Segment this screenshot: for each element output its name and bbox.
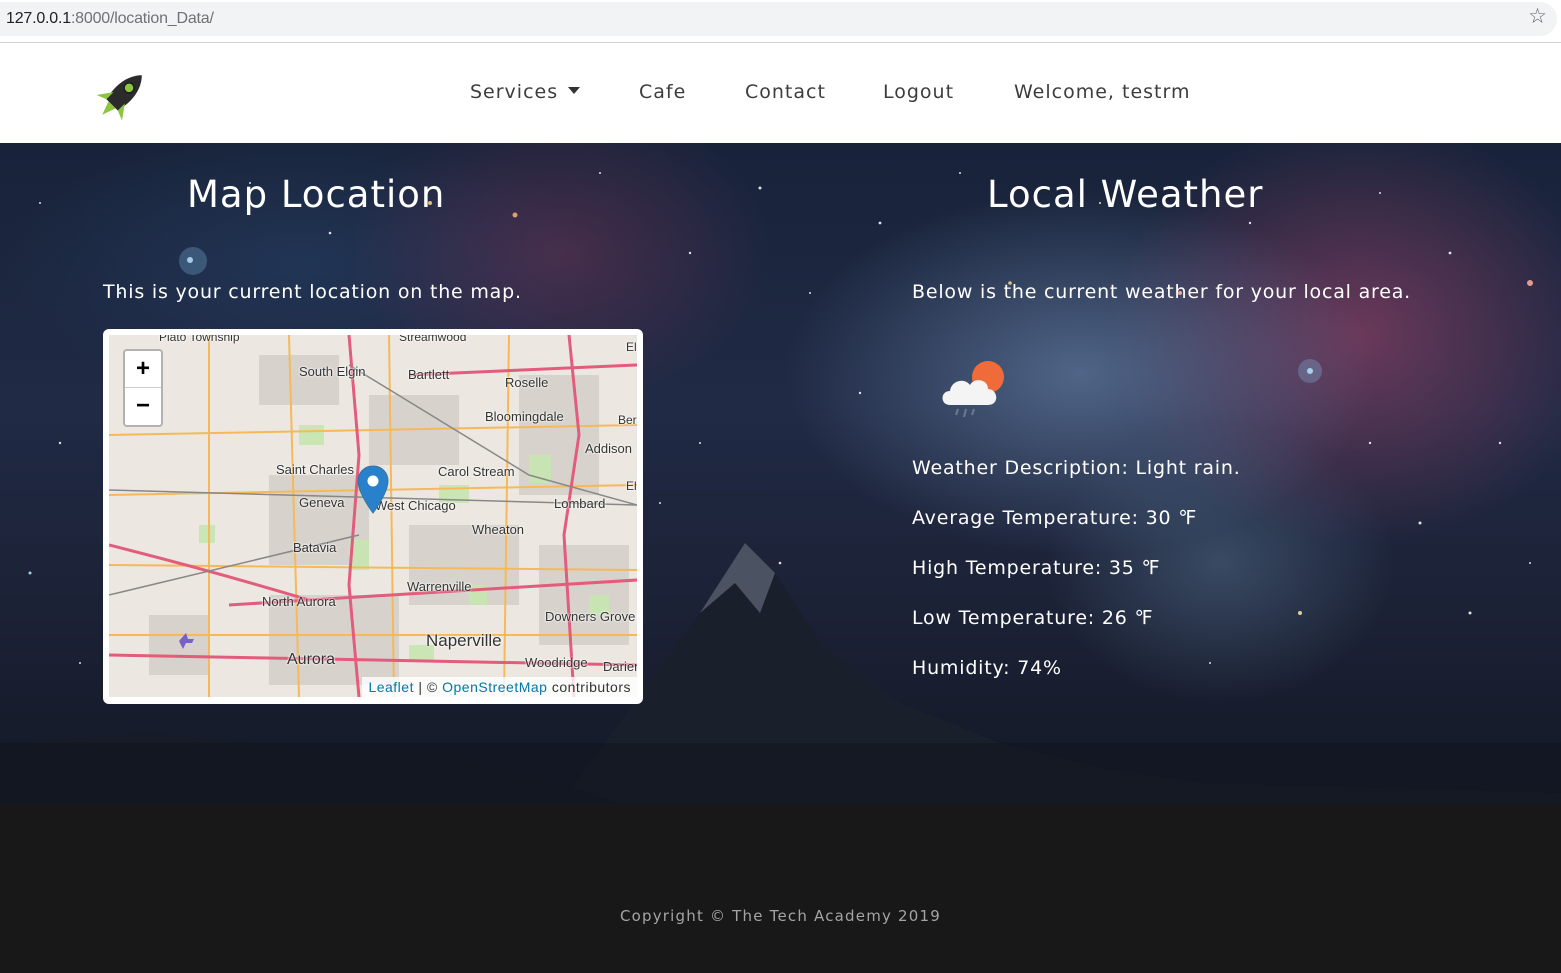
bookmark-star-icon[interactable]: ☆	[1528, 4, 1547, 28]
weather-section-title: Local Weather	[987, 173, 1264, 216]
map-place-label: Addison	[585, 441, 632, 456]
map-place-label: Wheaton	[472, 522, 525, 537]
map-attribution: Leaflet | © OpenStreetMap contributors	[362, 677, 637, 697]
map-place-label: Batavia	[293, 540, 337, 555]
map-place-label: Naperville	[426, 631, 502, 650]
url-host: 127.0.0.1	[6, 10, 71, 27]
map-place-label: South Elgin	[299, 364, 366, 379]
rain-cloud-sun-icon	[942, 361, 1004, 418]
map-marker-icon[interactable]	[357, 465, 389, 515]
attribution-suffix: contributors	[547, 679, 631, 695]
map-place-label: Carol Stream	[438, 464, 515, 479]
hero-section: Map Location Local Weather This is your …	[0, 143, 1561, 804]
map-section-subtitle: This is your current location on the map…	[103, 281, 522, 303]
nav-services-label: Services	[470, 81, 559, 103]
humidity: Humidity: 74%	[912, 657, 1062, 679]
map-place-label: Warrenville	[407, 579, 472, 594]
zoom-in-button[interactable]: +	[125, 351, 161, 388]
map-place-label: Ber	[618, 413, 637, 427]
map-place-label: Bloomingdale	[485, 409, 564, 424]
high-temperature: High Temperature: 35 ℉	[912, 557, 1161, 579]
copyright-text: Copyright © The Tech Academy 2019	[619, 907, 942, 925]
map-place-label: Woodridge	[525, 655, 588, 670]
caret-down-icon	[568, 87, 581, 94]
openstreetmap-link[interactable]: OpenStreetMap	[442, 679, 547, 695]
nav-services-dropdown[interactable]: Services	[470, 81, 581, 103]
map-place-label: Bartlett	[408, 367, 450, 382]
map-place-label: Darien	[603, 659, 637, 674]
site-navbar: Services Cafe Contact Logout Welcome, te…	[0, 43, 1561, 143]
map-place-label: Lombard	[554, 496, 606, 511]
map-place-label: Streamwood	[399, 335, 467, 344]
nav-contact[interactable]: Contact	[745, 81, 826, 103]
weather-description: Weather Description: Light rain.	[912, 457, 1241, 479]
url-text[interactable]: 127.0.0.1:8000/location_Data/	[6, 10, 214, 28]
nav-logout[interactable]: Logout	[883, 81, 954, 103]
nav-cafe[interactable]: Cafe	[639, 81, 686, 103]
weather-section-subtitle: Below is the current weather for your lo…	[912, 281, 1411, 303]
map-place-label: Roselle	[505, 375, 549, 390]
map-place-label: Geneva	[299, 495, 345, 510]
leaflet-map[interactable]: Plato Township Streamwood South Elgin Ba…	[109, 335, 637, 697]
rocket-logo-icon[interactable]	[90, 65, 154, 125]
map-place-label: North Aurora	[262, 594, 336, 609]
zoom-control: + −	[123, 349, 163, 427]
average-temperature: Average Temperature: 30 ℉	[912, 507, 1198, 529]
address-bar[interactable]: 127.0.0.1:8000/location_Data/	[0, 2, 1557, 36]
site-footer: Copyright © The Tech Academy 2019	[0, 804, 1561, 973]
map-container: Plato Township Streamwood South Elgin Ba…	[103, 329, 643, 704]
nav-welcome-user[interactable]: Welcome, testrm	[1014, 81, 1190, 103]
map-place-label: Aurora	[287, 651, 336, 668]
map-place-label: El	[626, 479, 637, 493]
map-section-title: Map Location	[187, 173, 446, 216]
browser-toolbar: 127.0.0.1:8000/location_Data/ ☆	[0, 0, 1561, 43]
map-place-label: Saint Charles	[276, 462, 355, 477]
attribution-separator: | ©	[413, 679, 443, 695]
low-temperature: Low Temperature: 26 ℉	[912, 607, 1154, 629]
map-place-label: Downers Grove	[545, 609, 636, 624]
map-tiles	[109, 335, 637, 697]
map-place-label: El	[626, 340, 637, 354]
zoom-out-button[interactable]: −	[125, 388, 161, 425]
leaflet-link[interactable]: Leaflet	[368, 679, 414, 695]
url-path: :8000/location_Data/	[70, 10, 214, 27]
map-place-label: Plato Township	[159, 335, 240, 344]
